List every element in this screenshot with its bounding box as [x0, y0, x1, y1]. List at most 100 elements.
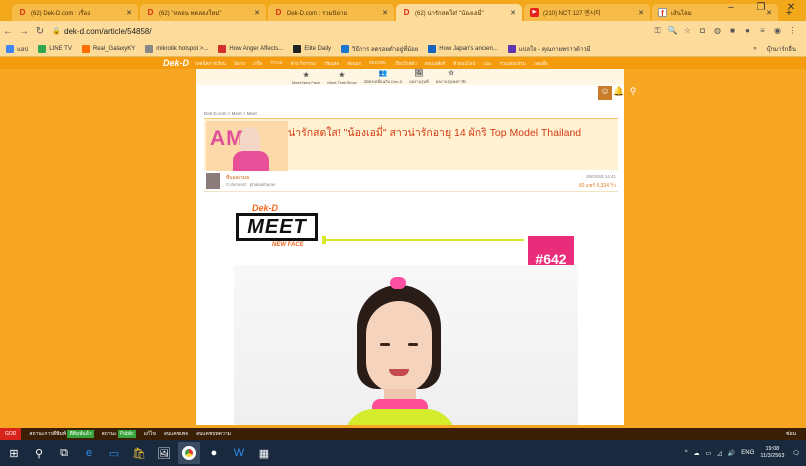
menu-icon[interactable]: ⋮: [785, 26, 800, 36]
word-icon[interactable]: W: [228, 442, 250, 464]
reload-icon[interactable]: ↻: [32, 26, 48, 37]
extension-icon[interactable]: ◍: [710, 26, 725, 36]
url-field[interactable]: 🔒 dek-d.com/article/54858/: [52, 24, 632, 39]
edge-icon[interactable]: e: [78, 442, 100, 464]
forward-icon[interactable]: →: [16, 26, 32, 37]
site-menu-item[interactable]: แนะ: [483, 60, 491, 67]
tab-close-icon[interactable]: ✕: [126, 9, 132, 17]
image-viewer-icon[interactable]: ▦: [253, 442, 275, 464]
site-logo[interactable]: Dek-D: [163, 58, 189, 68]
avatar-icon[interactable]: ☺: [598, 86, 612, 100]
icon-nav-item[interactable]: ★ Meet-New Face: [292, 72, 320, 85]
extension-icon[interactable]: ■: [725, 26, 740, 36]
volume-icon[interactable]: 🔊: [728, 450, 735, 457]
back-icon[interactable]: ←: [0, 26, 16, 37]
author-name[interactable]: พี่บอสเรมย: [226, 174, 249, 182]
bookmark-item[interactable]: How Japan's ancien...: [428, 44, 498, 53]
other-bookmarks[interactable]: บุ๊กมาร์กอื่น: [767, 44, 796, 54]
task-view-icon[interactable]: ⧉: [53, 442, 75, 464]
tray-chevron-icon[interactable]: ^: [685, 450, 688, 456]
site-menu-item[interactable]: ต่อนอก: [347, 60, 361, 67]
bookmark-item[interactable]: วิธีการ ลดรอยดำอยู่ที่ม้อย: [341, 44, 418, 54]
admin-bar-item[interactable]: ลบแคชเพจ: [164, 430, 188, 438]
site-menu-item[interactable]: ติวออนไลน์: [453, 60, 475, 67]
hide-admin-bar[interactable]: ซ่อน: [786, 430, 796, 438]
bell-icon[interactable]: 🔔: [612, 86, 626, 100]
chrome-icon[interactable]: [178, 442, 200, 464]
maximize-icon[interactable]: ❐: [746, 2, 776, 13]
tab-close-icon[interactable]: ✕: [382, 9, 388, 17]
bookmark-label: แปลใจ - คุณกายพราวด้าวมี: [518, 46, 591, 53]
admin-bar-item[interactable]: สถานะการตีพิมพ์ ตีพิมพ์แล้ว: [29, 430, 94, 438]
bookmark-item[interactable]: แอป: [6, 44, 28, 54]
admin-bar: GOD สถานะการตีพิมพ์ ตีพิมพ์แล้ว สถานะ Pub…: [0, 428, 806, 440]
thumbnail-shirt: [233, 151, 269, 171]
icon-nav-item[interactable]: ☆ ผลงานรุ่นพงกาสัก: [436, 70, 467, 85]
bookmarks-overflow[interactable]: »: [753, 46, 756, 52]
site-menu-item[interactable]: เจอเดี้ย: [534, 60, 548, 67]
close-window-icon[interactable]: ✕: [776, 2, 806, 13]
search-icon[interactable]: ⚲: [626, 86, 640, 100]
site-menu-item[interactable]: เรื่องใกล้ตัว: [395, 60, 417, 67]
store-icon[interactable]: 🛍: [128, 442, 150, 464]
bookmark-item[interactable]: Real_GalaxyKY: [81, 44, 135, 53]
browser-tab[interactable]: D (62) น่ารักสดใส! "น้องเอมี่" ✕: [396, 4, 522, 21]
bookmark-item[interactable]: How Anger Affects...: [218, 44, 283, 53]
icon-nav-item[interactable]: 👥 สมัครเหลื่อนกับ Dek-D: [364, 70, 403, 85]
cloud-icon[interactable]: ☁: [694, 450, 700, 457]
god-badge[interactable]: GOD: [0, 428, 22, 440]
bookmark-item[interactable]: แปลใจ - คุณกายพราวด้าวมี: [507, 44, 591, 54]
site-menu-item[interactable]: เรียนต่อ: [324, 60, 339, 67]
site-menu-item[interactable]: ค่าย กิจกรรม: [290, 60, 315, 67]
browser-tab[interactable]: D (62) Dek-D.com : เรื่อง ✕: [12, 4, 138, 21]
notification-icon[interactable]: 🗨: [792, 450, 800, 457]
clock[interactable]: 19:08 11/3/2563: [760, 446, 784, 460]
desktop-icon[interactable]: ▭: [103, 442, 125, 464]
icon-nav-item[interactable]: 🖼 ผลงานรุ่นพี่: [409, 70, 428, 85]
bookmark-favicon-icon: [293, 44, 302, 53]
site-menu-item[interactable]: นิยาย: [234, 60, 245, 67]
browser-tab[interactable]: D Dek-D.com : รวมนิยาย ✕: [268, 4, 394, 21]
battery-icon[interactable]: ▭: [706, 450, 712, 457]
admin-bar-item[interactable]: ลบแคชบทความ: [196, 430, 231, 438]
key-icon[interactable]: ⚿: [650, 26, 665, 36]
photos-icon[interactable]: 🖼: [153, 442, 175, 464]
star-icon[interactable]: ☆: [680, 26, 695, 36]
extension-icon[interactable]: ◘: [695, 26, 710, 36]
media-player-icon[interactable]: ●: [203, 442, 225, 464]
bookmark-item[interactable]: Elite Daily: [293, 44, 331, 53]
browser-tab[interactable]: ▶ (210) NCT 127 엔시티 ✕: [524, 4, 650, 21]
icon-nav-label: ผลงานรุ่นพงกาสัก: [435, 79, 467, 84]
icon-nav-item[interactable]: ★ Meet-TheirShow: [327, 72, 356, 85]
meet-logo-sub: NEW FACE: [272, 242, 304, 248]
site-menu-item[interactable]: เกร็ด: [253, 60, 263, 67]
tab-close-icon[interactable]: ✕: [510, 9, 516, 17]
site-menu-item[interactable]: รวมเทอมรรม: [500, 60, 526, 67]
bookmark-favicon-icon: [428, 44, 437, 53]
tab-close-icon[interactable]: ✕: [638, 9, 644, 17]
bookmark-item[interactable]: LINE TV: [38, 44, 72, 53]
admin-bar-tag: ตีพิมพ์แล้ว: [67, 430, 94, 438]
photo-top: [344, 409, 456, 425]
profile-icon[interactable]: ◉: [770, 26, 785, 36]
taskbar: ⊞ ⚲ ⧉ e ▭ 🛍 🖼 ● W ▦ ^ ☁ ▭ ◿ 🔊 ENG 19:08 …: [0, 440, 806, 466]
network-icon[interactable]: ◿: [717, 450, 722, 457]
minimize-icon[interactable]: –: [716, 2, 746, 13]
search-icon[interactable]: ⚲: [28, 442, 50, 464]
zoom-icon[interactable]: 🔍: [665, 26, 680, 36]
language-indicator[interactable]: ENG: [741, 450, 754, 456]
extension-icon[interactable]: ≡: [755, 26, 770, 36]
browser-tab[interactable]: D (62) "หลอน ทดลองใหม่" ✕: [140, 4, 266, 21]
extension-icon[interactable]: ●: [740, 26, 755, 36]
site-menu-item[interactable]: เทคนิคการเรียน: [195, 60, 226, 67]
bookmark-item[interactable]: mikrotik hotspot >...: [145, 44, 208, 53]
tab-favicon-icon: D: [147, 8, 154, 17]
avatar[interactable]: [206, 173, 220, 189]
admin-bar-item[interactable]: สถานะ Public: [102, 430, 136, 438]
site-menu-item[interactable]: TCAS: [270, 60, 282, 67]
site-menu-item[interactable]: สอบเพลียร์: [425, 60, 446, 67]
windows-start-icon[interactable]: ⊞: [3, 442, 25, 464]
admin-bar-item[interactable]: แก้ไข: [144, 430, 156, 438]
site-menu-item[interactable]: MUGIRL: [369, 60, 387, 67]
tab-close-icon[interactable]: ✕: [254, 9, 260, 17]
